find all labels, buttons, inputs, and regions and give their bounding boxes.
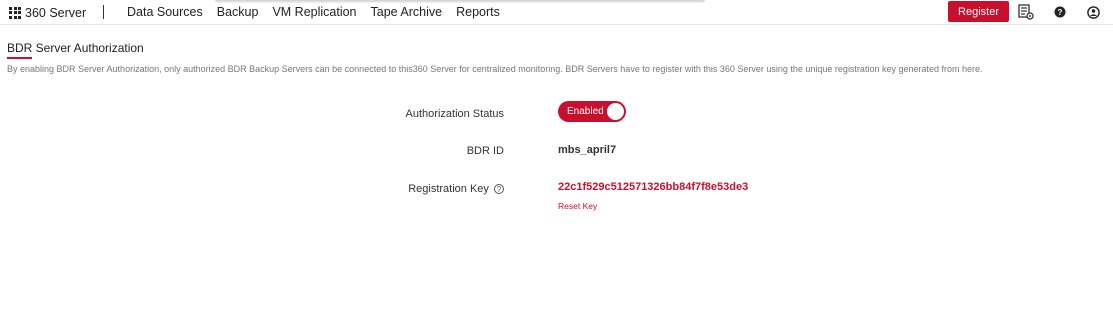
- toggle-state-label: Enabled: [567, 106, 604, 117]
- user-icon[interactable]: [1085, 4, 1101, 20]
- title-underline: [7, 57, 32, 59]
- nav-item-tape-archive[interactable]: Tape Archive: [371, 5, 443, 19]
- app-grid-icon[interactable]: [9, 6, 22, 19]
- authorization-toggle[interactable]: Enabled: [558, 101, 626, 122]
- nav-item-reports[interactable]: Reports: [456, 5, 500, 19]
- app-title: 360 Server: [25, 5, 87, 20]
- register-button[interactable]: Register: [948, 1, 1009, 22]
- authorization-status-label: Authorization Status: [405, 108, 504, 120]
- registration-key-value: 22c1f529c512571326bb84f7f8e53de3: [558, 181, 749, 193]
- help-icon[interactable]: ?: [1052, 4, 1068, 20]
- nav-item-backup[interactable]: Backup: [217, 5, 259, 19]
- registration-key-label-row: Registration Key ?: [408, 183, 504, 195]
- overlay-shadow: [215, 0, 705, 3]
- registration-key-label: Registration Key: [408, 183, 489, 195]
- nav-item-data-sources[interactable]: Data Sources: [127, 5, 203, 19]
- app-brand[interactable]: 360 Server: [9, 5, 86, 20]
- page-title: BDR Server Authorization: [7, 41, 144, 55]
- reset-key-link[interactable]: Reset Key: [558, 201, 597, 211]
- nav-item-vm-replication[interactable]: VM Replication: [272, 5, 356, 19]
- top-navigation-bar: 360 Server Data Sources Backup VM Replic…: [0, 0, 1113, 25]
- bdr-id-value: mbs_april7: [558, 144, 617, 156]
- nav-divider: [103, 5, 104, 19]
- toggle-knob: [607, 103, 624, 120]
- page-description: By enabling BDR Server Authorization, on…: [7, 64, 983, 74]
- bdr-id-label: BDR ID: [466, 145, 504, 157]
- svg-text:?: ?: [1058, 8, 1063, 17]
- settings-document-icon[interactable]: [1018, 4, 1034, 20]
- main-nav: Data Sources Backup VM Replication Tape …: [127, 5, 500, 19]
- question-icon[interactable]: ?: [494, 184, 504, 195]
